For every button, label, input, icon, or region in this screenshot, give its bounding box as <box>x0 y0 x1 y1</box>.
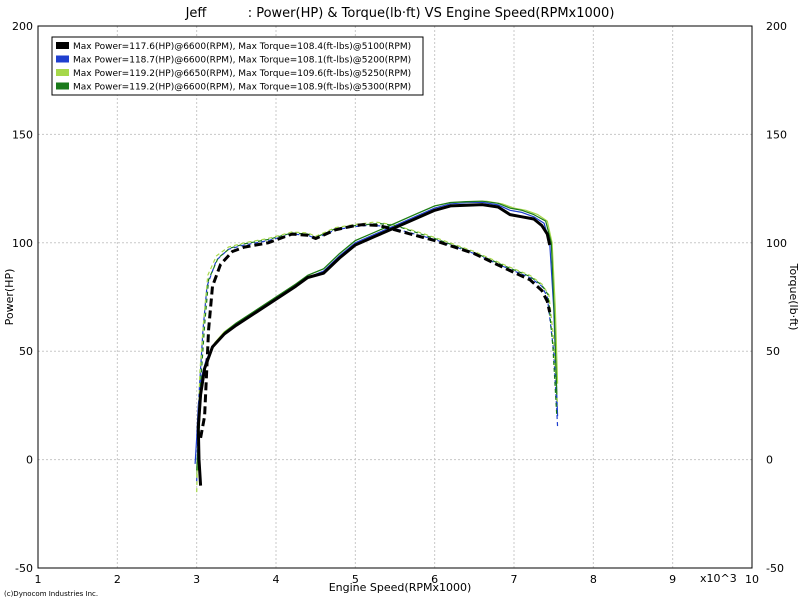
legend-swatch <box>56 82 69 90</box>
legend-swatch <box>56 55 69 63</box>
torque-line-series-2 <box>196 224 559 482</box>
x-multiplier-label: x10^3 <box>700 572 737 585</box>
y-tick-label-left: 150 <box>12 128 33 141</box>
copyright-footer: (c)Dynocom Industries Inc. <box>4 590 98 598</box>
x-tick-label: 1 <box>35 573 42 586</box>
y-axis-label-right: Torque(lb·ft) <box>787 263 800 331</box>
legend: Max Power=117.6(HP)@6600(RPM), Max Torqu… <box>51 36 424 96</box>
y-tick-label-right: 200 <box>766 20 787 33</box>
y-tick-label-right: -50 <box>766 562 784 575</box>
torque-line-series-4 <box>197 222 558 471</box>
legend-entry: Max Power=117.6(HP)@6600(RPM), Max Torqu… <box>73 42 411 52</box>
y-tick-label-left: 0 <box>26 454 33 467</box>
y-tick-label-right: 0 <box>766 454 773 467</box>
legend-swatch <box>56 42 69 49</box>
series-layer <box>194 200 559 493</box>
dyno-chart: Jeff : Power(HP) & Torque(lb·ft) VS Engi… <box>3 6 800 598</box>
grid <box>37 25 753 569</box>
y-tick-label-left: 200 <box>12 20 33 33</box>
legend-entry: Max Power=118.7(HP)@6600(RPM), Max Torqu… <box>73 56 411 66</box>
x-tick-label: 3 <box>193 573 200 586</box>
x-tick-label: 7 <box>511 573 518 586</box>
y-tick-label-left: -50 <box>15 562 33 575</box>
y-axis-label-left: Power(HP) <box>3 269 16 326</box>
y-tick-label-left: 50 <box>19 345 33 358</box>
legend-entry: Max Power=119.2(HP)@6600(RPM), Max Torqu… <box>73 83 411 93</box>
x-tick-label: 10 <box>745 573 759 586</box>
plot-frame <box>37 25 753 569</box>
x-tick-label: 2 <box>114 573 121 586</box>
x-axis-label: Engine Speed(RPMx1000) <box>329 581 472 594</box>
y-tick-label-right: 50 <box>766 345 780 358</box>
y-tick-label-right: 150 <box>766 128 787 141</box>
power-line-series-1 <box>196 203 552 486</box>
x-tick-label: 4 <box>273 573 280 586</box>
legend-entry: Max Power=119.2(HP)@6650(RPM), Max Torqu… <box>73 69 411 79</box>
chart-title: Jeff : Power(HP) & Torque(lb·ft) VS Engi… <box>185 6 615 21</box>
torque-line-series-1 <box>199 223 552 439</box>
legend-swatch <box>56 69 69 76</box>
y-tick-label-left: 100 <box>12 237 33 250</box>
x-tick-label: 8 <box>590 573 597 586</box>
y-tick-label-right: 100 <box>766 237 787 250</box>
torque-line-series-3 <box>196 221 559 493</box>
y-tick-labels-right: -50 0 50 100 150 200 <box>766 20 787 575</box>
x-tick-label: 9 <box>669 573 676 586</box>
